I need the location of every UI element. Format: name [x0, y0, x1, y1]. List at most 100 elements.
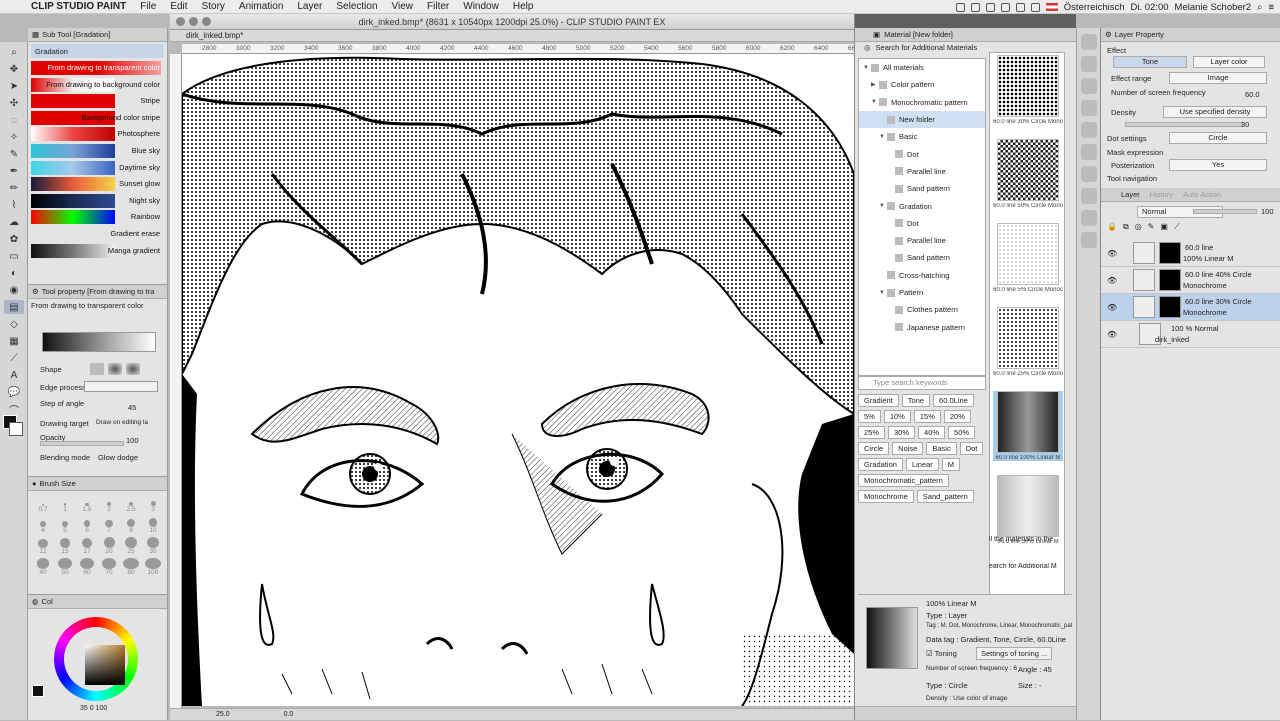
tree-item[interactable]: Cross-hatching	[859, 267, 985, 284]
search-tag[interactable]: 20%	[943, 410, 971, 423]
brush-size-option[interactable]: 2	[98, 495, 120, 513]
gradient-item[interactable]: Night sky	[31, 193, 164, 210]
approximate-color-icon[interactable]	[1081, 188, 1097, 204]
intermediate-color-icon[interactable]	[1081, 166, 1097, 182]
menu-layer[interactable]: Layer	[290, 0, 329, 14]
tree-item[interactable]: ▼ All materials	[859, 59, 985, 76]
gradient-item[interactable]: Gradient erase	[31, 226, 164, 243]
search-tag[interactable]: Linear	[905, 458, 939, 471]
close-window-button[interactable]	[176, 17, 185, 26]
pencil-tool-icon[interactable]: ✏	[4, 181, 24, 195]
navigator-icon[interactable]	[1081, 34, 1097, 50]
blend-tool-icon[interactable]: ◐	[4, 266, 24, 280]
tree-item[interactable]: ▼ Monochromatic pattern	[859, 94, 985, 111]
toning-checkbox[interactable]: ☑ Toning	[926, 649, 957, 658]
density-select[interactable]: Use specified density	[1163, 106, 1267, 118]
brush-size-option[interactable]: 1	[54, 495, 76, 513]
search-tag[interactable]: Tone	[901, 394, 931, 407]
menu-story[interactable]: Story	[195, 0, 232, 14]
brush-size-option[interactable]: 7	[98, 516, 120, 534]
record-icon[interactable]	[955, 2, 965, 12]
edge-process-options[interactable]	[84, 381, 158, 392]
decoration-tool-icon[interactable]: ✿	[4, 232, 24, 246]
brush-size-option[interactable]: 40	[32, 558, 54, 576]
tree-item[interactable]: Parallel line	[859, 232, 985, 249]
gradient-item[interactable]: Sunset glow	[31, 176, 164, 193]
brush-size-option[interactable]: 20	[98, 537, 120, 555]
settings-of-toning-button[interactable]: Settings of toning ...	[976, 647, 1053, 660]
menu-animation[interactable]: Animation	[232, 0, 290, 14]
layer-opacity-slider[interactable]	[1193, 209, 1257, 214]
tree-item[interactable]: Dot	[859, 145, 985, 162]
text-tool-icon[interactable]: A	[4, 368, 24, 382]
move-layer-icon[interactable]: ✣	[4, 96, 24, 110]
material-thumbnail[interactable]: 60.0 line 100% Linear M	[993, 391, 1063, 461]
gradient-preview[interactable]	[42, 332, 156, 352]
layer-row[interactable]: 👁 60.0 line 100% Linear M	[1101, 240, 1280, 267]
color-set-icon[interactable]	[1081, 100, 1097, 116]
brush-size-option[interactable]: 25	[120, 537, 142, 555]
search-tag[interactable]: Monochromatic_pattern	[858, 474, 949, 487]
brush-size-option[interactable]: 100	[142, 558, 164, 576]
tree-item[interactable]: ▼ Gradation	[859, 197, 985, 214]
tree-item[interactable]: Japanese pattern	[859, 318, 985, 335]
gradient-item[interactable]: Daytime sky	[31, 160, 164, 177]
search-tag[interactable]: 40%	[918, 426, 946, 439]
main-color-chip[interactable]	[32, 685, 44, 697]
shape-circle-icon[interactable]	[108, 363, 122, 375]
bluetooth-icon[interactable]	[1000, 2, 1010, 12]
gradient-item[interactable]: Manga gradient	[31, 243, 164, 260]
shape-ellipse-icon[interactable]	[126, 363, 140, 375]
search-tag[interactable]: Gradation	[858, 458, 903, 471]
pen-tool-icon[interactable]: ✒	[4, 164, 24, 178]
search-tag[interactable]: 30%	[888, 426, 916, 439]
gradient-item[interactable]: From drawing to transparent color	[31, 60, 164, 77]
search-tag[interactable]: Noise	[892, 442, 924, 455]
tree-item[interactable]: Parallel line	[859, 163, 985, 180]
keyword-search-input[interactable]: Type search keywords	[858, 376, 986, 390]
brush-size-option[interactable]: 2.5	[120, 495, 142, 513]
disclosure-icon[interactable]: ▼	[879, 203, 887, 209]
material-thumbnail[interactable]: 60.0 line 50% Linear M	[993, 475, 1063, 545]
time-machine-icon[interactable]	[985, 2, 995, 12]
tree-item[interactable]: Dot	[859, 215, 985, 232]
search-tag[interactable]: Gradient	[858, 394, 899, 407]
material-thumbnail[interactable]: 60.0 line 5% Circle Monoc	[993, 223, 1063, 293]
visibility-eye-icon[interactable]: 👁	[1107, 276, 1117, 285]
tab-auto-action[interactable]: Auto Action	[1183, 190, 1221, 199]
menu-view[interactable]: View	[385, 0, 421, 14]
gradient-item[interactable]: Photosphere	[31, 126, 164, 143]
search-tag[interactable]: 10%	[883, 410, 911, 423]
figure-tool-icon[interactable]: ◇	[4, 317, 24, 331]
material-thumbnail[interactable]: 60.0 line 25% Circle Mono	[993, 307, 1063, 377]
step-of-angle-value[interactable]: 45	[128, 403, 136, 412]
brush-size-option[interactable]: 17	[76, 537, 98, 555]
opacity-slider[interactable]	[40, 441, 124, 446]
layer-color-button[interactable]: Layer color	[1193, 56, 1265, 68]
drawing-target-value[interactable]: Draw on editing la	[96, 419, 148, 426]
balloon-tool-icon[interactable]: 💬	[4, 385, 24, 399]
sub-color-swatch[interactable]	[9, 422, 23, 436]
material-thumbnail[interactable]: 60.0 line 50% Circle Mono	[993, 139, 1063, 209]
density-slider[interactable]	[1125, 122, 1243, 127]
menu-filter[interactable]: Filter	[420, 0, 456, 14]
visibility-eye-icon[interactable]: 👁	[1107, 303, 1117, 312]
tab-layer[interactable]: Layer	[1121, 190, 1140, 199]
lock-icon[interactable]: 🔒	[1107, 222, 1117, 234]
selection-tool-icon[interactable]: ◌	[4, 113, 24, 127]
visibility-eye-icon[interactable]: 👁	[1107, 249, 1117, 258]
zoom-window-button[interactable]	[202, 17, 211, 26]
brush-size-option[interactable]: 30	[142, 537, 164, 555]
brush-size-option[interactable]: 15	[54, 537, 76, 555]
gradient-item[interactable]: Stripe	[31, 93, 164, 110]
material-thumbnail[interactable]: 60.0 line 30% Circle Mono	[993, 55, 1063, 125]
menu-list-icon[interactable]: ≡	[1268, 2, 1274, 13]
dropbox-icon[interactable]	[970, 2, 980, 12]
search-tag[interactable]: 15%	[913, 410, 941, 423]
brush-size-option[interactable]: 6	[76, 516, 98, 534]
posterization-select[interactable]: Yes	[1169, 159, 1267, 171]
frame-tool-icon[interactable]: ▦	[4, 334, 24, 348]
search-tag[interactable]: Dot	[959, 442, 984, 455]
zoom-tool-icon[interactable]: ⌕	[4, 45, 24, 59]
gradient-item[interactable]: Rainbow	[31, 209, 164, 226]
